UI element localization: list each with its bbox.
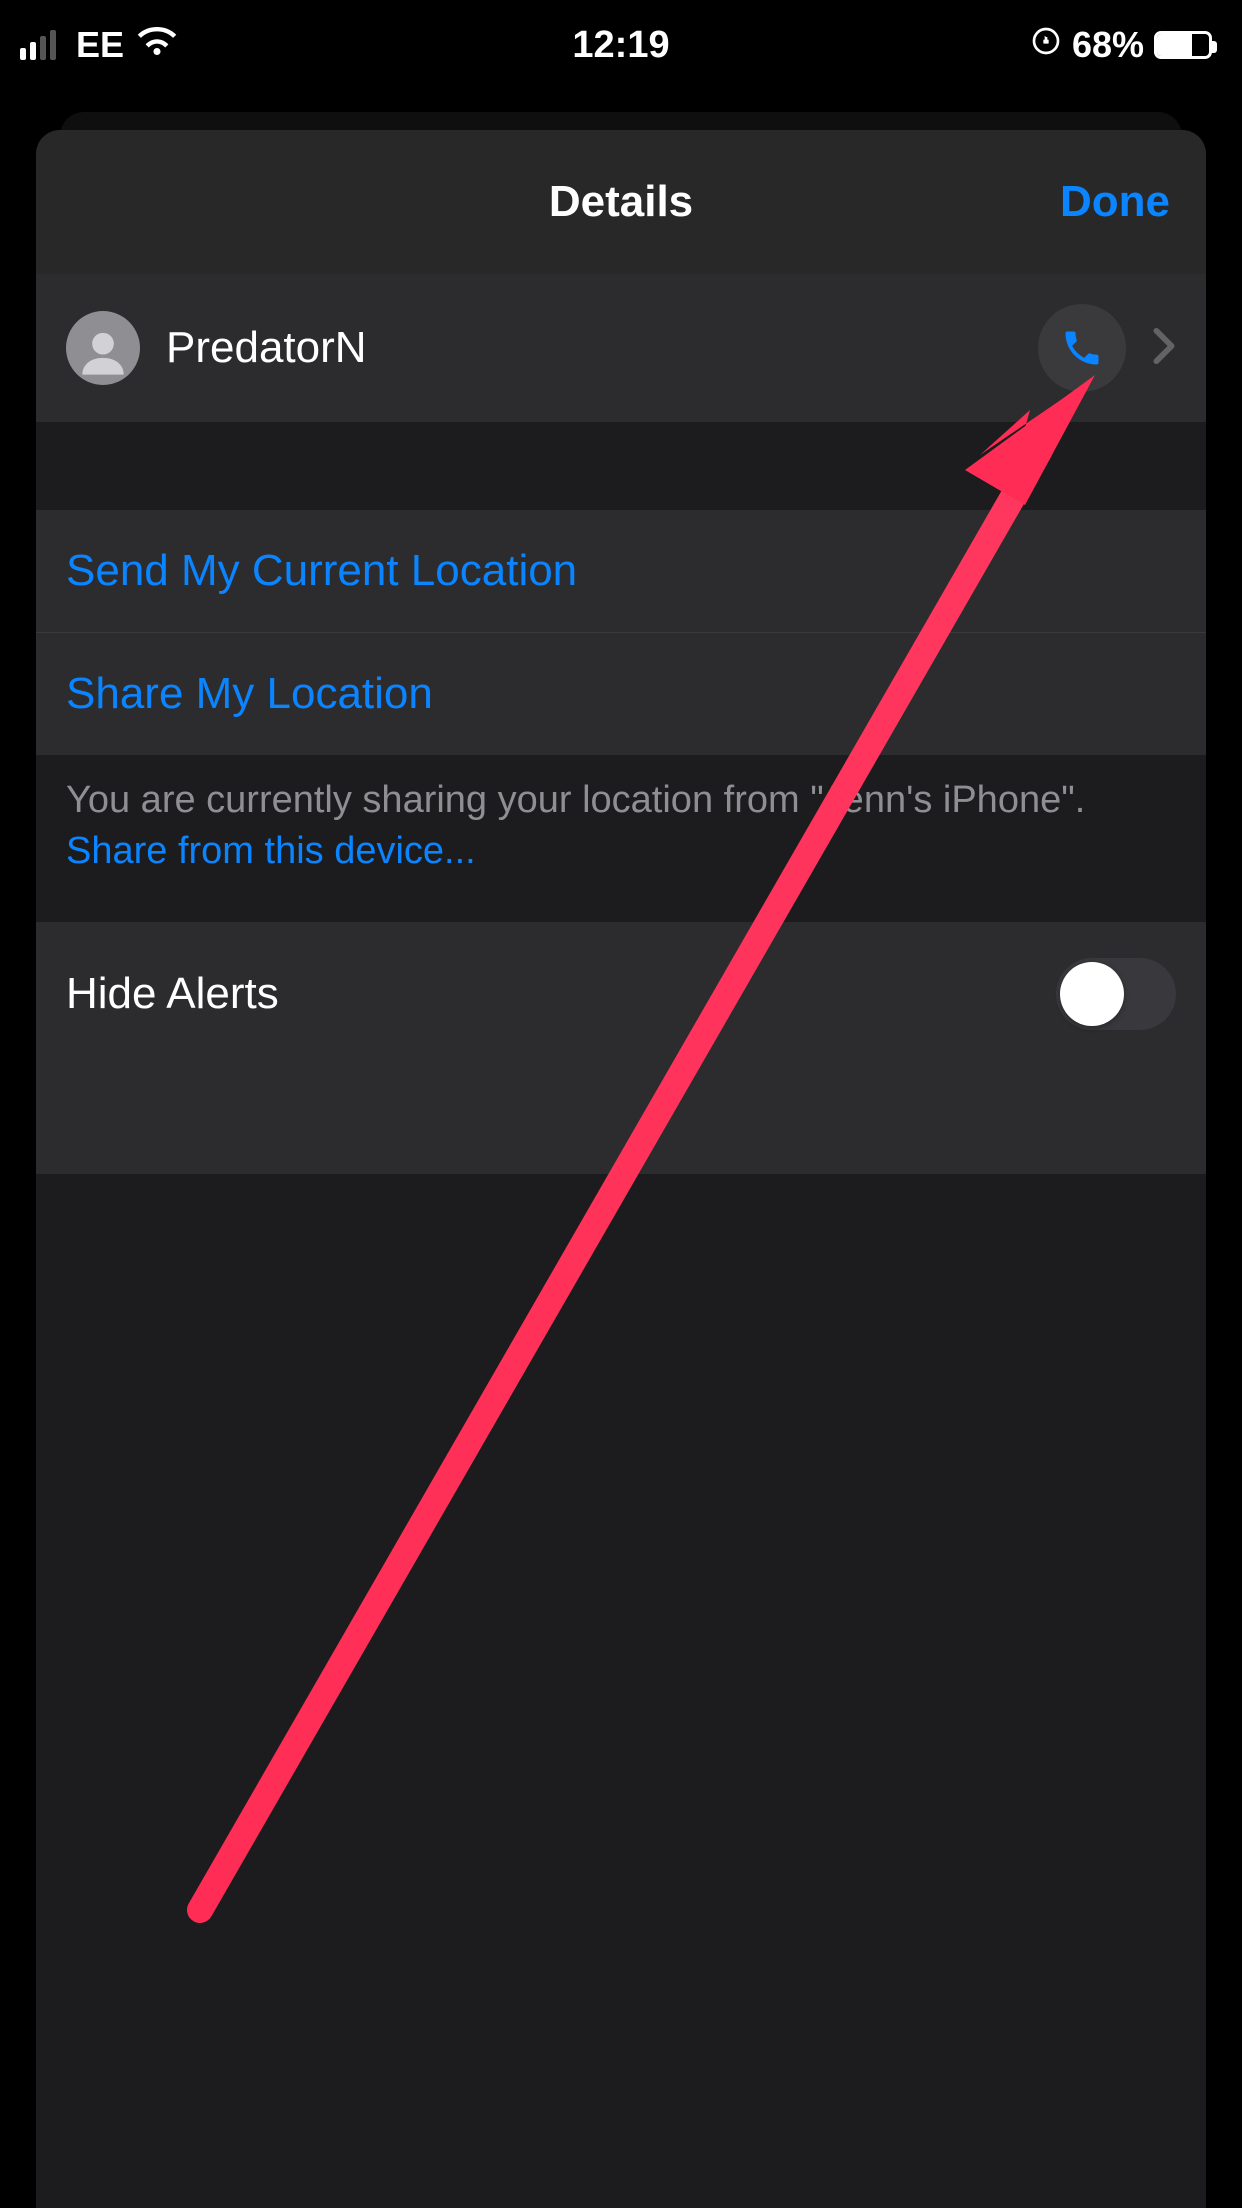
sharing-note-text: You are currently sharing your location … — [66, 779, 1085, 821]
section-spacer — [36, 422, 1206, 510]
share-from-this-device-link[interactable]: Share from this device... — [66, 830, 476, 872]
avatar — [66, 311, 140, 385]
status-right: 68% — [1030, 24, 1212, 66]
rotation-lock-icon — [1030, 25, 1062, 65]
details-sheet: Details Done PredatorN Send My Current L… — [36, 130, 1206, 2208]
hide-alerts-row: Hide Alerts — [36, 922, 1206, 1066]
battery-percent: 68% — [1072, 24, 1144, 66]
call-button[interactable] — [1038, 304, 1126, 392]
signal-bars-icon — [20, 30, 56, 60]
toggle-knob — [1060, 962, 1124, 1026]
location-section: Send My Current Location Share My Locati… — [36, 510, 1206, 755]
battery-icon — [1154, 31, 1212, 59]
hide-alerts-label: Hide Alerts — [66, 969, 279, 1019]
sharing-note: You are currently sharing your location … — [36, 755, 1206, 922]
share-my-location-button[interactable]: Share My Location — [36, 633, 1206, 755]
chevron-right-icon — [1152, 327, 1176, 370]
bottom-fill — [36, 1174, 1206, 2208]
page-title: Details — [549, 177, 693, 227]
contact-row[interactable]: PredatorN — [36, 274, 1206, 422]
send-current-location-button[interactable]: Send My Current Location — [36, 510, 1206, 633]
wifi-icon — [136, 20, 178, 71]
status-bar: EE 12:19 68% — [0, 0, 1242, 90]
hide-alerts-toggle[interactable] — [1056, 958, 1176, 1030]
phone-icon — [1060, 326, 1104, 370]
status-time: 12:19 — [572, 24, 669, 67]
status-left: EE — [20, 20, 178, 71]
done-button[interactable]: Done — [1060, 177, 1170, 227]
contact-name: PredatorN — [166, 323, 1012, 373]
empty-row — [36, 1066, 1206, 1174]
carrier-label: EE — [76, 24, 124, 66]
sheet-header: Details Done — [36, 130, 1206, 274]
